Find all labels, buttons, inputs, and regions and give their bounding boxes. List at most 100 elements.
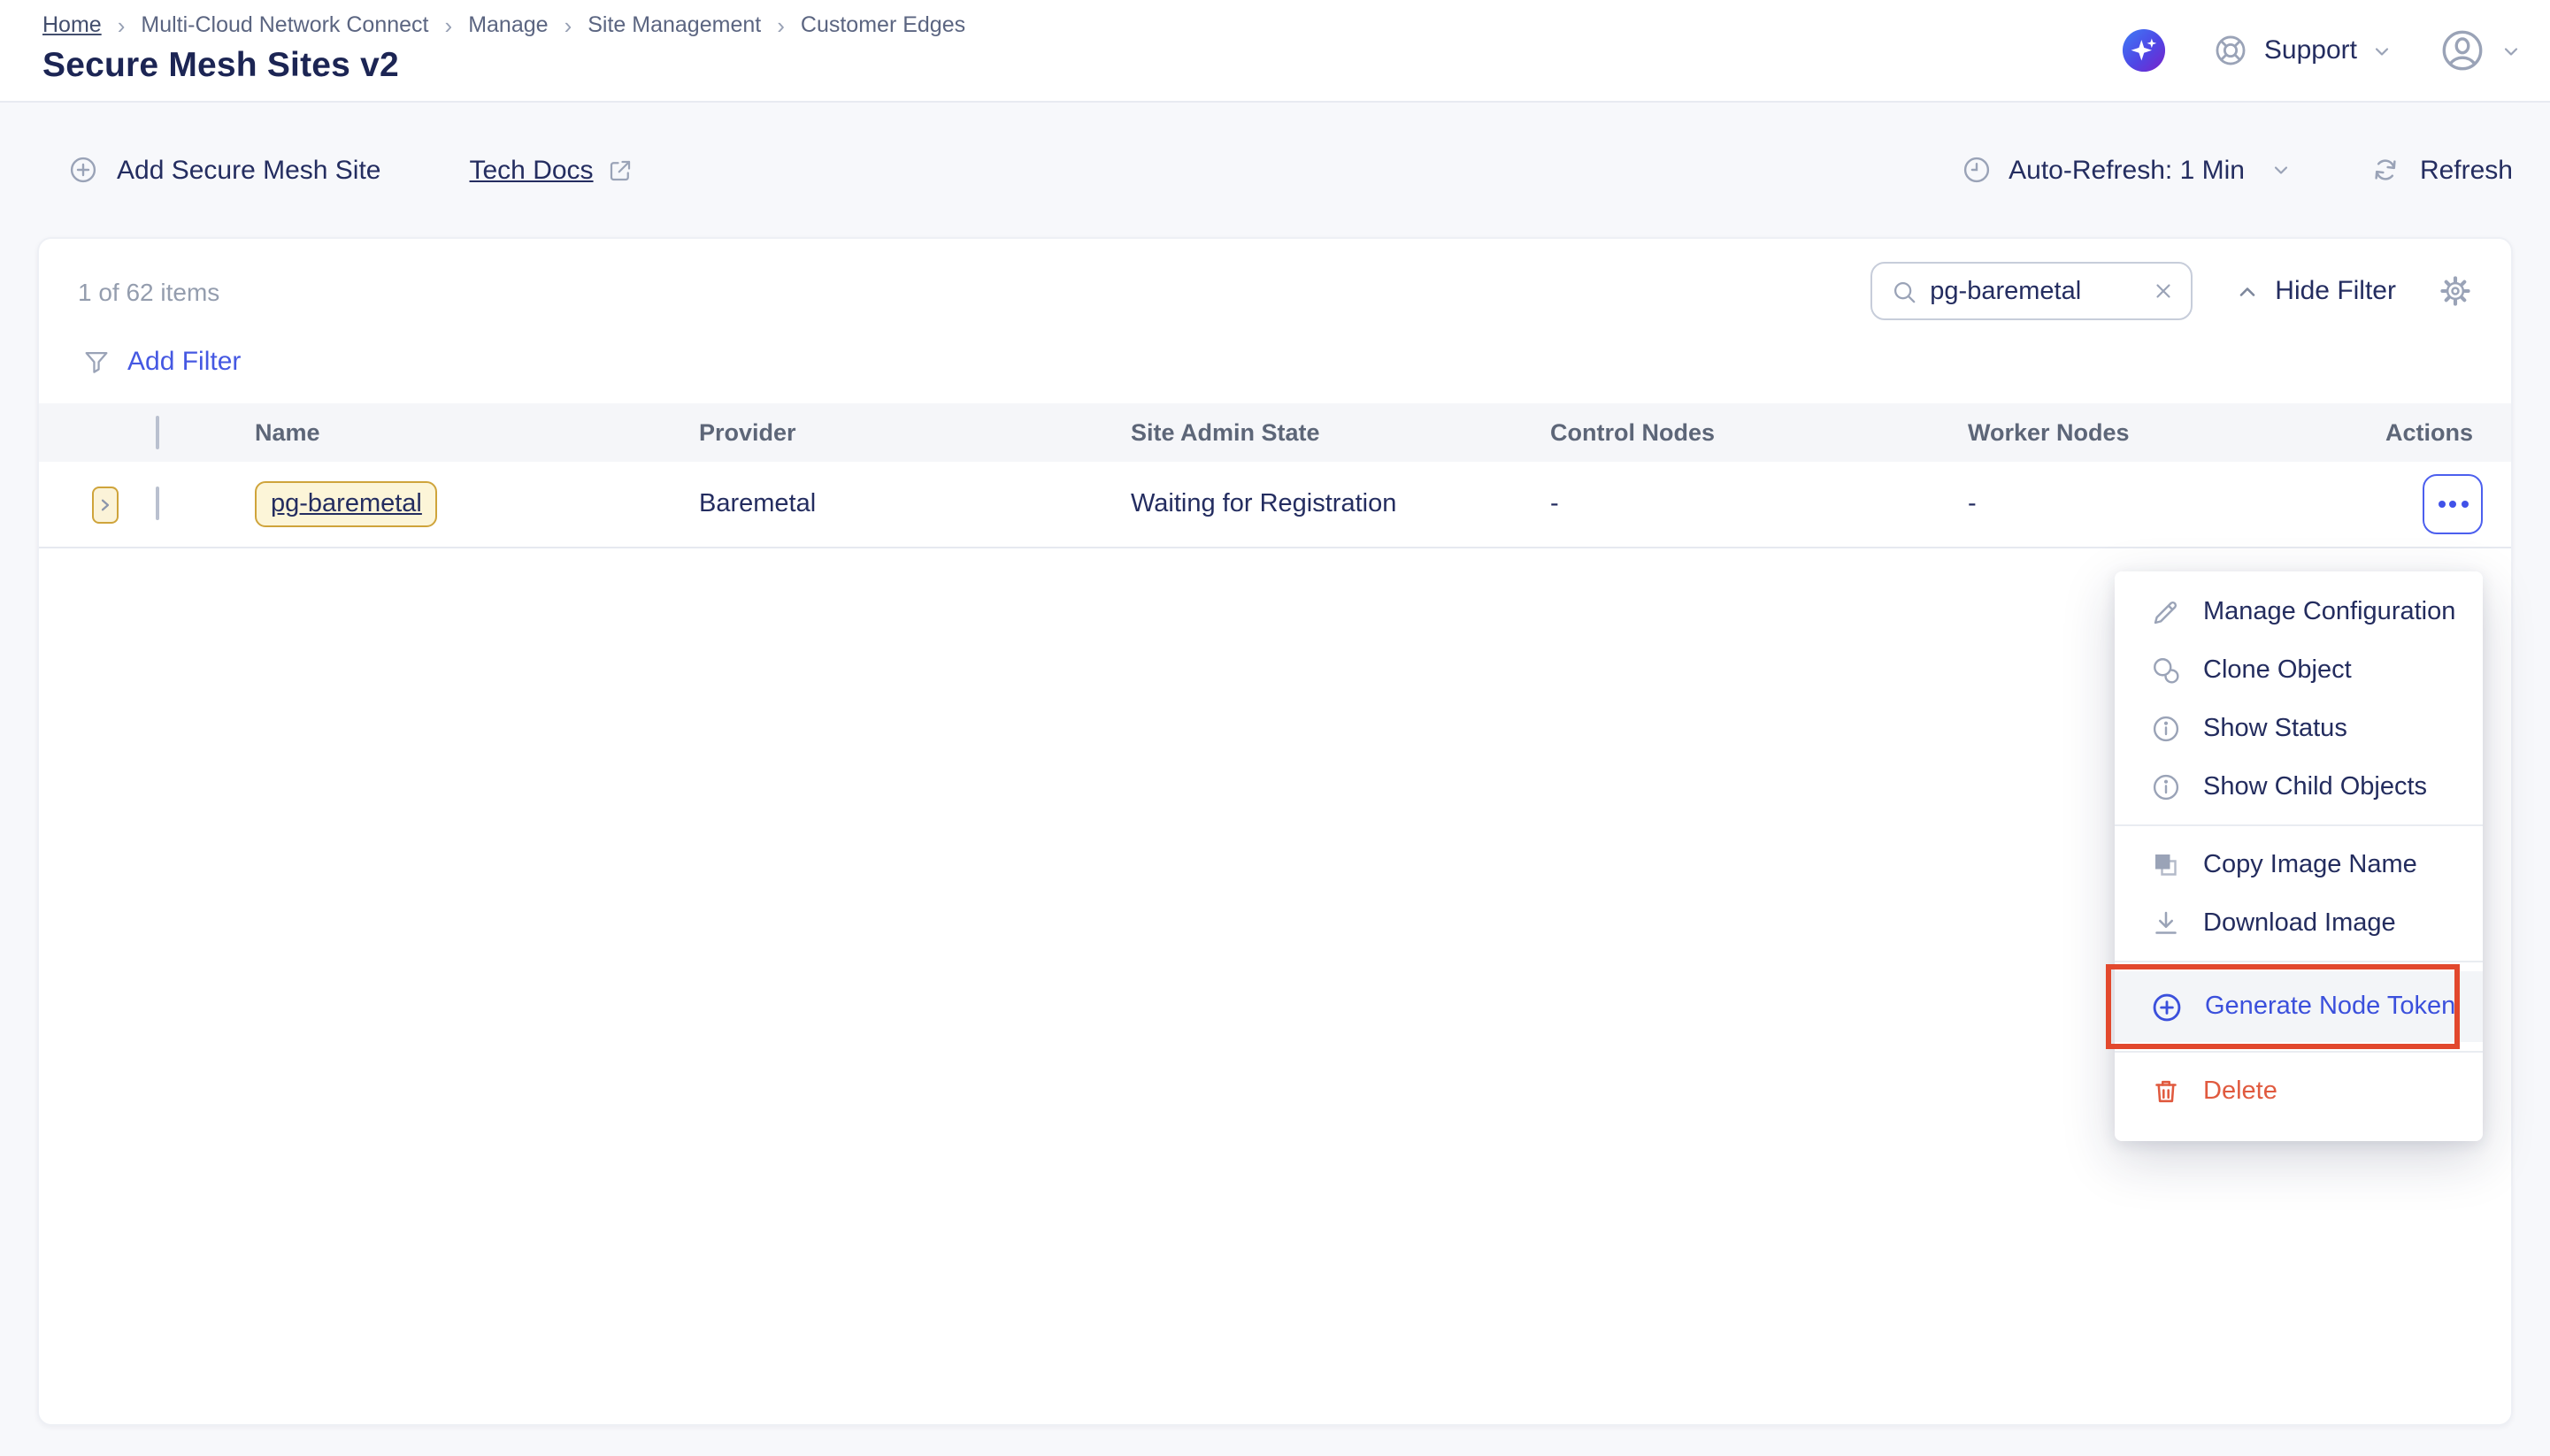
menu-item-label: Manage Configuration [2203,597,2455,625]
menu-item-show-child-objects[interactable]: Show Child Objects [2115,757,2483,816]
download-icon [2150,907,2182,939]
refresh-button[interactable]: Refresh [2370,154,2513,186]
items-count: 1 of 62 items [78,277,219,305]
page-title: Secure Mesh Sites v2 [42,46,965,87]
clone-icon [2150,654,2182,686]
menu-item-manage-configuration[interactable]: Manage Configuration [2115,582,2483,640]
sites-table-panel: 1 of 62 items [37,237,2513,1426]
tech-docs-label: Tech Docs [470,155,594,185]
search-box [1870,262,2192,320]
app-viewport: Home › Multi-Cloud Network Connect › Man… [0,0,2550,1456]
filter-bar-right: Hide Filter [1870,262,2472,320]
site-name-link[interactable]: pg-baremetal [271,490,422,518]
top-bar: Home › Multi-Cloud Network Connect › Man… [0,0,2550,103]
menu-divider [2115,1051,2483,1053]
column-header-worker-nodes[interactable]: Worker Nodes [1968,419,2385,446]
cell-worker-nodes: - [1968,490,2385,518]
chevron-right-icon: › [565,13,572,36]
add-filter[interactable]: Add Filter [39,320,2511,403]
menu-item-label: Show Status [2203,714,2347,742]
trash-icon [2150,1075,2182,1107]
menu-item-download-image[interactable]: Download Image [2115,893,2483,952]
menu-item-clone-object[interactable]: Clone Object [2115,640,2483,699]
cell-provider: Baremetal [699,490,1131,518]
search-match-highlight: pg-baremetal [255,481,438,527]
search-input[interactable] [1930,277,2139,305]
funnel-icon [81,347,111,377]
support-menu[interactable]: Support [2213,32,2393,69]
breadcrumb-manage[interactable]: Manage [468,12,548,37]
column-header-control-nodes[interactable]: Control Nodes [1550,419,1968,446]
menu-item-label: Download Image [2203,908,2396,937]
menu-item-label: Clone Object [2203,655,2352,684]
tech-docs-link[interactable]: Tech Docs [470,155,634,185]
hide-filter-label: Hide Filter [2275,276,2396,306]
clear-search-icon[interactable] [2151,280,2174,303]
breadcrumb: Home › Multi-Cloud Network Connect › Man… [42,12,965,37]
account-menu[interactable] [2439,27,2522,74]
top-bar-left: Home › Multi-Cloud Network Connect › Man… [42,0,965,101]
user-avatar-icon [2439,27,2486,74]
menu-item-label: Show Child Objects [2203,772,2427,801]
cell-control-nodes: - [1550,490,1968,518]
add-secure-mesh-site-button[interactable]: Add Secure Mesh Site [67,154,381,186]
table-row: pg-baremetal Baremetal Waiting for Regis… [39,462,2511,548]
column-header-name[interactable]: Name [255,419,699,446]
column-header-provider[interactable]: Provider [699,419,1131,446]
hide-filter-toggle[interactable]: Hide Filter [2234,276,2396,306]
chevron-down-icon [2500,40,2522,61]
menu-item-show-status[interactable]: Show Status [2115,699,2483,757]
cell-site-admin-state: Waiting for Registration [1131,490,1550,518]
info-icon [2150,770,2182,802]
top-bar-right: Support [2123,0,2522,101]
chevron-right-icon: › [777,13,785,36]
table-settings-gear-icon[interactable] [2439,274,2472,308]
menu-item-generate-node-token[interactable]: Generate Node Token [2115,971,2483,1042]
support-label: Support [2264,35,2357,65]
expand-row-button[interactable] [92,486,119,523]
auto-refresh-label: Auto-Refresh: 1 Min [2009,155,2245,185]
toolbar-right: Auto-Refresh: 1 Min Refresh [1961,154,2513,186]
copy-icon [2150,848,2182,880]
info-icon [2150,712,2182,744]
lifebuoy-icon [2213,32,2250,69]
table-header-row: Name Provider Site Admin State Control N… [39,403,2511,462]
sparkle-icon [2123,28,2167,73]
ai-assistant-button[interactable] [2123,28,2167,73]
chevron-down-icon [2371,40,2393,61]
breadcrumb-customer-edges[interactable]: Customer Edges [801,12,965,37]
filter-bar: 1 of 62 items [39,239,2511,320]
add-secure-mesh-site-label: Add Secure Mesh Site [117,155,381,185]
refresh-icon [2370,154,2402,186]
pencil-icon [2150,595,2182,627]
row-checkbox[interactable] [156,487,159,520]
row-actions-menu: Manage Configuration Clone Object Show S… [2115,571,2483,1141]
chevron-down-icon [2271,159,2293,180]
menu-item-copy-image-name[interactable]: Copy Image Name [2115,835,2483,893]
auto-refresh-dropdown[interactable]: Auto-Refresh: 1 Min [1961,154,2293,186]
external-link-icon [608,157,634,183]
search-icon [1889,277,1917,305]
breadcrumb-home[interactable]: Home [42,12,102,37]
refresh-label: Refresh [2420,155,2513,185]
chevron-right-icon: › [118,13,126,36]
menu-item-delete[interactable]: Delete [2115,1061,2483,1120]
menu-divider [2115,961,2483,962]
toolbar-left: Add Secure Mesh Site Tech Docs [67,154,634,186]
chevron-right-icon: › [445,13,453,36]
page-toolbar: Add Secure Mesh Site Tech Docs [0,103,2550,237]
plus-circle-icon [2150,990,2184,1023]
chevron-up-icon [2234,279,2259,303]
add-filter-label: Add Filter [127,347,241,377]
row-actions-button[interactable] [2423,474,2483,534]
clock-icon [1961,154,1993,186]
column-header-site-admin-state[interactable]: Site Admin State [1131,419,1550,446]
plus-circle-icon [67,154,99,186]
select-all-checkbox[interactable] [156,415,159,448]
menu-item-label: Delete [2203,1077,2277,1105]
menu-item-label: Copy Image Name [2203,850,2417,878]
breadcrumb-site-management[interactable]: Site Management [588,12,761,37]
column-header-actions: Actions [2385,419,2514,446]
breadcrumb-multi-cloud-network-connect[interactable]: Multi-Cloud Network Connect [141,12,428,37]
menu-item-label: Generate Node Token [2205,992,2455,1021]
